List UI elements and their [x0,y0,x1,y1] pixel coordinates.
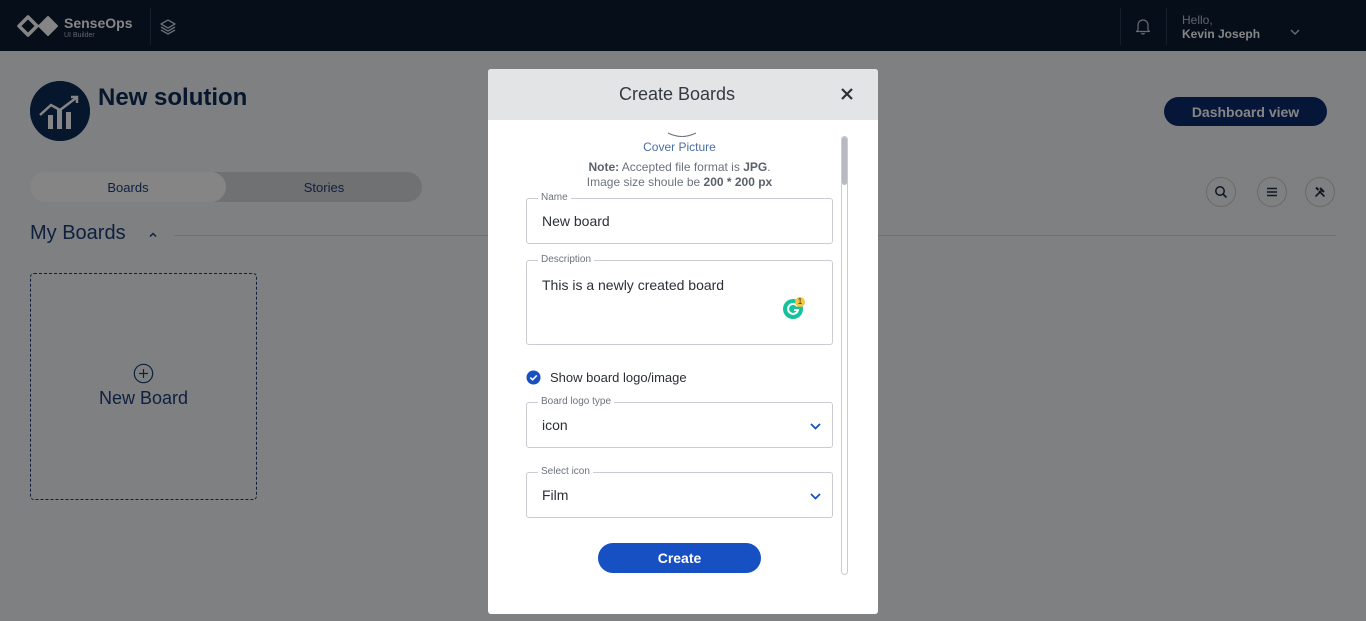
cover-picture-edge [667,132,697,137]
name-input[interactable]: New board [542,213,610,229]
grammarly-widget[interactable]: 1 [782,296,806,320]
modal-title: Create Boards [618,84,736,104]
create-boards-modal: Create Boards Cover Picture Note: Accept… [488,69,878,614]
note-end: . [767,160,771,174]
cover-picture-link[interactable]: Cover Picture [488,140,871,154]
select-icon-select[interactable]: Select icon Film [526,466,833,518]
close-icon[interactable] [840,87,854,101]
logo-type-select[interactable]: Board logo type icon [526,396,833,448]
logo-type-label: Board logo type [538,396,615,407]
create-button[interactable]: Create [598,543,761,573]
note-prefix: Note: [588,160,620,174]
logo-type-value: icon [542,417,568,433]
image-size-note: Image size shoule be 200 * 200 px [488,175,871,189]
name-label: Name [538,192,571,203]
chevron-down-icon[interactable] [810,493,821,500]
size-value: 200 * 200 px [703,175,773,189]
description-input[interactable]: This is a newly created board [542,277,724,293]
modal-scrollbar[interactable] [841,136,848,575]
name-field[interactable]: Name New board [526,192,833,244]
checkbox-checked-icon[interactable] [526,370,541,385]
chevron-down-icon[interactable] [810,423,821,430]
size-text: Image size shoule be [586,175,704,189]
note-text: Accepted file format is [619,160,744,174]
select-icon-value: Film [542,487,569,503]
modal-header: Create Boards [488,69,878,120]
description-label: Description [538,254,595,265]
show-logo-label[interactable]: Show board logo/image [550,370,687,385]
select-icon-label: Select icon [538,466,593,477]
file-format-note: Note: Accepted file format is JPG. [488,160,871,174]
scrollbar-thumb[interactable] [842,137,847,185]
grammarly-count: 1 [797,297,803,306]
note-format: JPG [743,160,768,174]
